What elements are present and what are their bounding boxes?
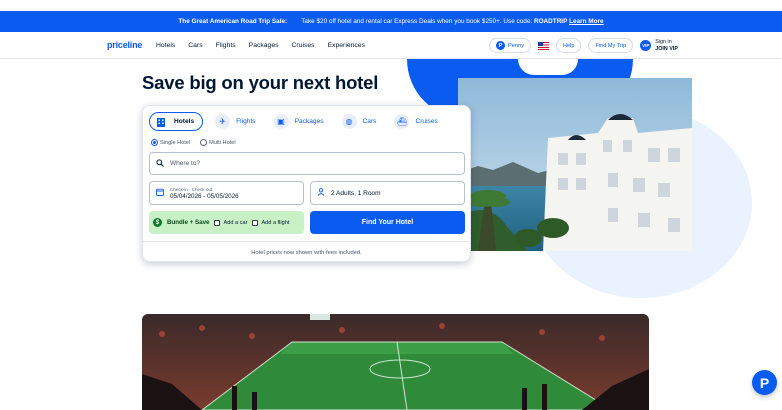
vip-avatar-icon: VIP xyxy=(640,40,652,51)
plane-icon: ✈ xyxy=(215,114,231,129)
promo-banner: The Great American Road Trip Sale: Take … xyxy=(0,11,782,32)
promo-text-wrap: Take $20 off hotel and rental car Expres… xyxy=(301,18,603,25)
nav-experiences[interactable]: Experiences xyxy=(328,42,365,49)
calendar-icon xyxy=(156,188,164,198)
us-flag-icon[interactable] xyxy=(537,41,549,50)
destination-input[interactable]: Where to? xyxy=(149,152,465,175)
promo-text: Take $20 off hotel and rental car Expres… xyxy=(301,18,533,25)
penny-label: Penny xyxy=(508,42,524,49)
tab-cars-label: Cars xyxy=(362,118,377,125)
promo-code: ROADTRIP xyxy=(533,18,568,25)
checkbox-icon xyxy=(214,219,221,226)
tab-packages-label: Packages xyxy=(294,118,324,125)
penny-icon: P xyxy=(496,41,506,50)
promo-learn-more-link[interactable]: Learn More xyxy=(569,18,603,25)
nav-flights[interactable]: Flights xyxy=(216,42,236,49)
hotel-type-radios: Single Hotel Multi Hotel xyxy=(151,139,236,146)
car-icon: ◍ xyxy=(341,114,357,129)
person-icon xyxy=(317,188,325,198)
find-my-trip-label: Find My Trip xyxy=(595,42,627,49)
dates-field[interactable]: Check-in - Check-out 05/04/2026 - 05/05/… xyxy=(149,181,304,205)
tab-flights-label: Flights xyxy=(236,118,256,125)
product-tabs: Hotels ✈ Flights ▣ Packages ◍ Cars ⛴ Cru… xyxy=(149,112,444,131)
package-icon: ▣ xyxy=(273,114,289,129)
guests-field[interactable]: 2 Adults, 1 Room xyxy=(310,181,465,205)
tab-packages[interactable]: ▣ Packages xyxy=(271,112,330,131)
add-flight-label: Add a flight xyxy=(261,219,290,226)
penny-chat-button[interactable]: P xyxy=(752,370,777,395)
checkbox-icon xyxy=(252,219,259,226)
join-vip-label: JOIN VIP xyxy=(655,45,678,52)
nav-cruises[interactable]: Cruises xyxy=(292,42,315,49)
priceline-logo[interactable]: priceline xyxy=(107,40,142,50)
radio-unselected-icon xyxy=(200,139,208,146)
tab-cars[interactable]: ◍ Cars xyxy=(339,112,383,131)
stadium-illustration xyxy=(142,314,649,410)
hero-white-notch xyxy=(518,59,578,75)
sign-in-text: Sign in JOIN VIP xyxy=(655,39,678,52)
nav-cars[interactable]: Cars xyxy=(188,42,202,49)
hero-headline: Save big on your next hotel xyxy=(142,72,379,93)
stadium-promo-image[interactable] xyxy=(142,314,649,410)
fees-note: Hotel prices now shown with fees include… xyxy=(143,241,470,261)
sign-in-label: Sign in xyxy=(655,39,672,45)
destination-placeholder: Where to? xyxy=(170,160,200,167)
promo-title: The Great American Road Trip Sale: xyxy=(178,18,288,25)
main-nav: Hotels Cars Flights Packages Cruises Exp… xyxy=(156,42,365,49)
guests-value: 2 Adults, 1 Room xyxy=(331,189,381,197)
help-button[interactable]: Help xyxy=(555,38,582,53)
help-label: Help xyxy=(562,42,575,49)
add-car-checkbox[interactable]: Add a car xyxy=(214,219,248,226)
tab-hotels[interactable]: Hotels xyxy=(149,112,204,131)
single-hotel-label: Single Hotel xyxy=(160,139,191,146)
add-flight-checkbox[interactable]: Add a flight xyxy=(252,219,290,226)
radio-selected-icon xyxy=(151,139,158,146)
nav-hotels[interactable]: Hotels xyxy=(156,42,175,49)
tab-hotels-label: Hotels xyxy=(174,118,195,125)
search-card: Hotels ✈ Flights ▣ Packages ◍ Cars ⛴ Cru… xyxy=(142,105,471,262)
multi-hotel-label: Multi Hotel xyxy=(209,139,236,146)
tab-cruises[interactable]: ⛴ Cruises xyxy=(391,112,443,131)
header-actions: P Penny Help Find My Trip VIP Sign in JO… xyxy=(489,38,678,53)
penny-button[interactable]: P Penny xyxy=(489,38,531,53)
hotel-icon xyxy=(153,114,168,129)
hotel-photo-illustration xyxy=(458,78,692,251)
dates-text: Check-in - Check-out 05/04/2026 - 05/05/… xyxy=(170,187,239,200)
find-my-trip-button[interactable]: Find My Trip xyxy=(588,38,634,53)
single-hotel-radio[interactable]: Single Hotel xyxy=(151,139,190,146)
hero-hotel-photo xyxy=(458,78,692,251)
bundle-save-panel: $ Bundle + Save Add a car Add a flight xyxy=(149,211,304,234)
multi-hotel-radio[interactable]: Multi Hotel xyxy=(200,139,236,146)
bundle-title: Bundle + Save xyxy=(167,219,210,226)
nav-packages[interactable]: Packages xyxy=(249,42,279,49)
add-car-label: Add a car xyxy=(223,219,248,226)
site-header: priceline Hotels Cars Flights Packages C… xyxy=(0,32,782,59)
dates-value: 05/04/2026 - 05/05/2026 xyxy=(170,192,239,200)
cruise-icon: ⛴ xyxy=(394,114,410,129)
search-icon xyxy=(156,158,164,169)
tab-flights[interactable]: ✈ Flights xyxy=(212,112,261,131)
dollar-icon: $ xyxy=(153,218,162,227)
tab-cruises-label: Cruises xyxy=(415,118,438,125)
sign-in-button[interactable]: VIP Sign in JOIN VIP xyxy=(640,39,678,52)
find-your-hotel-button[interactable]: Find Your Hotel xyxy=(310,211,465,234)
